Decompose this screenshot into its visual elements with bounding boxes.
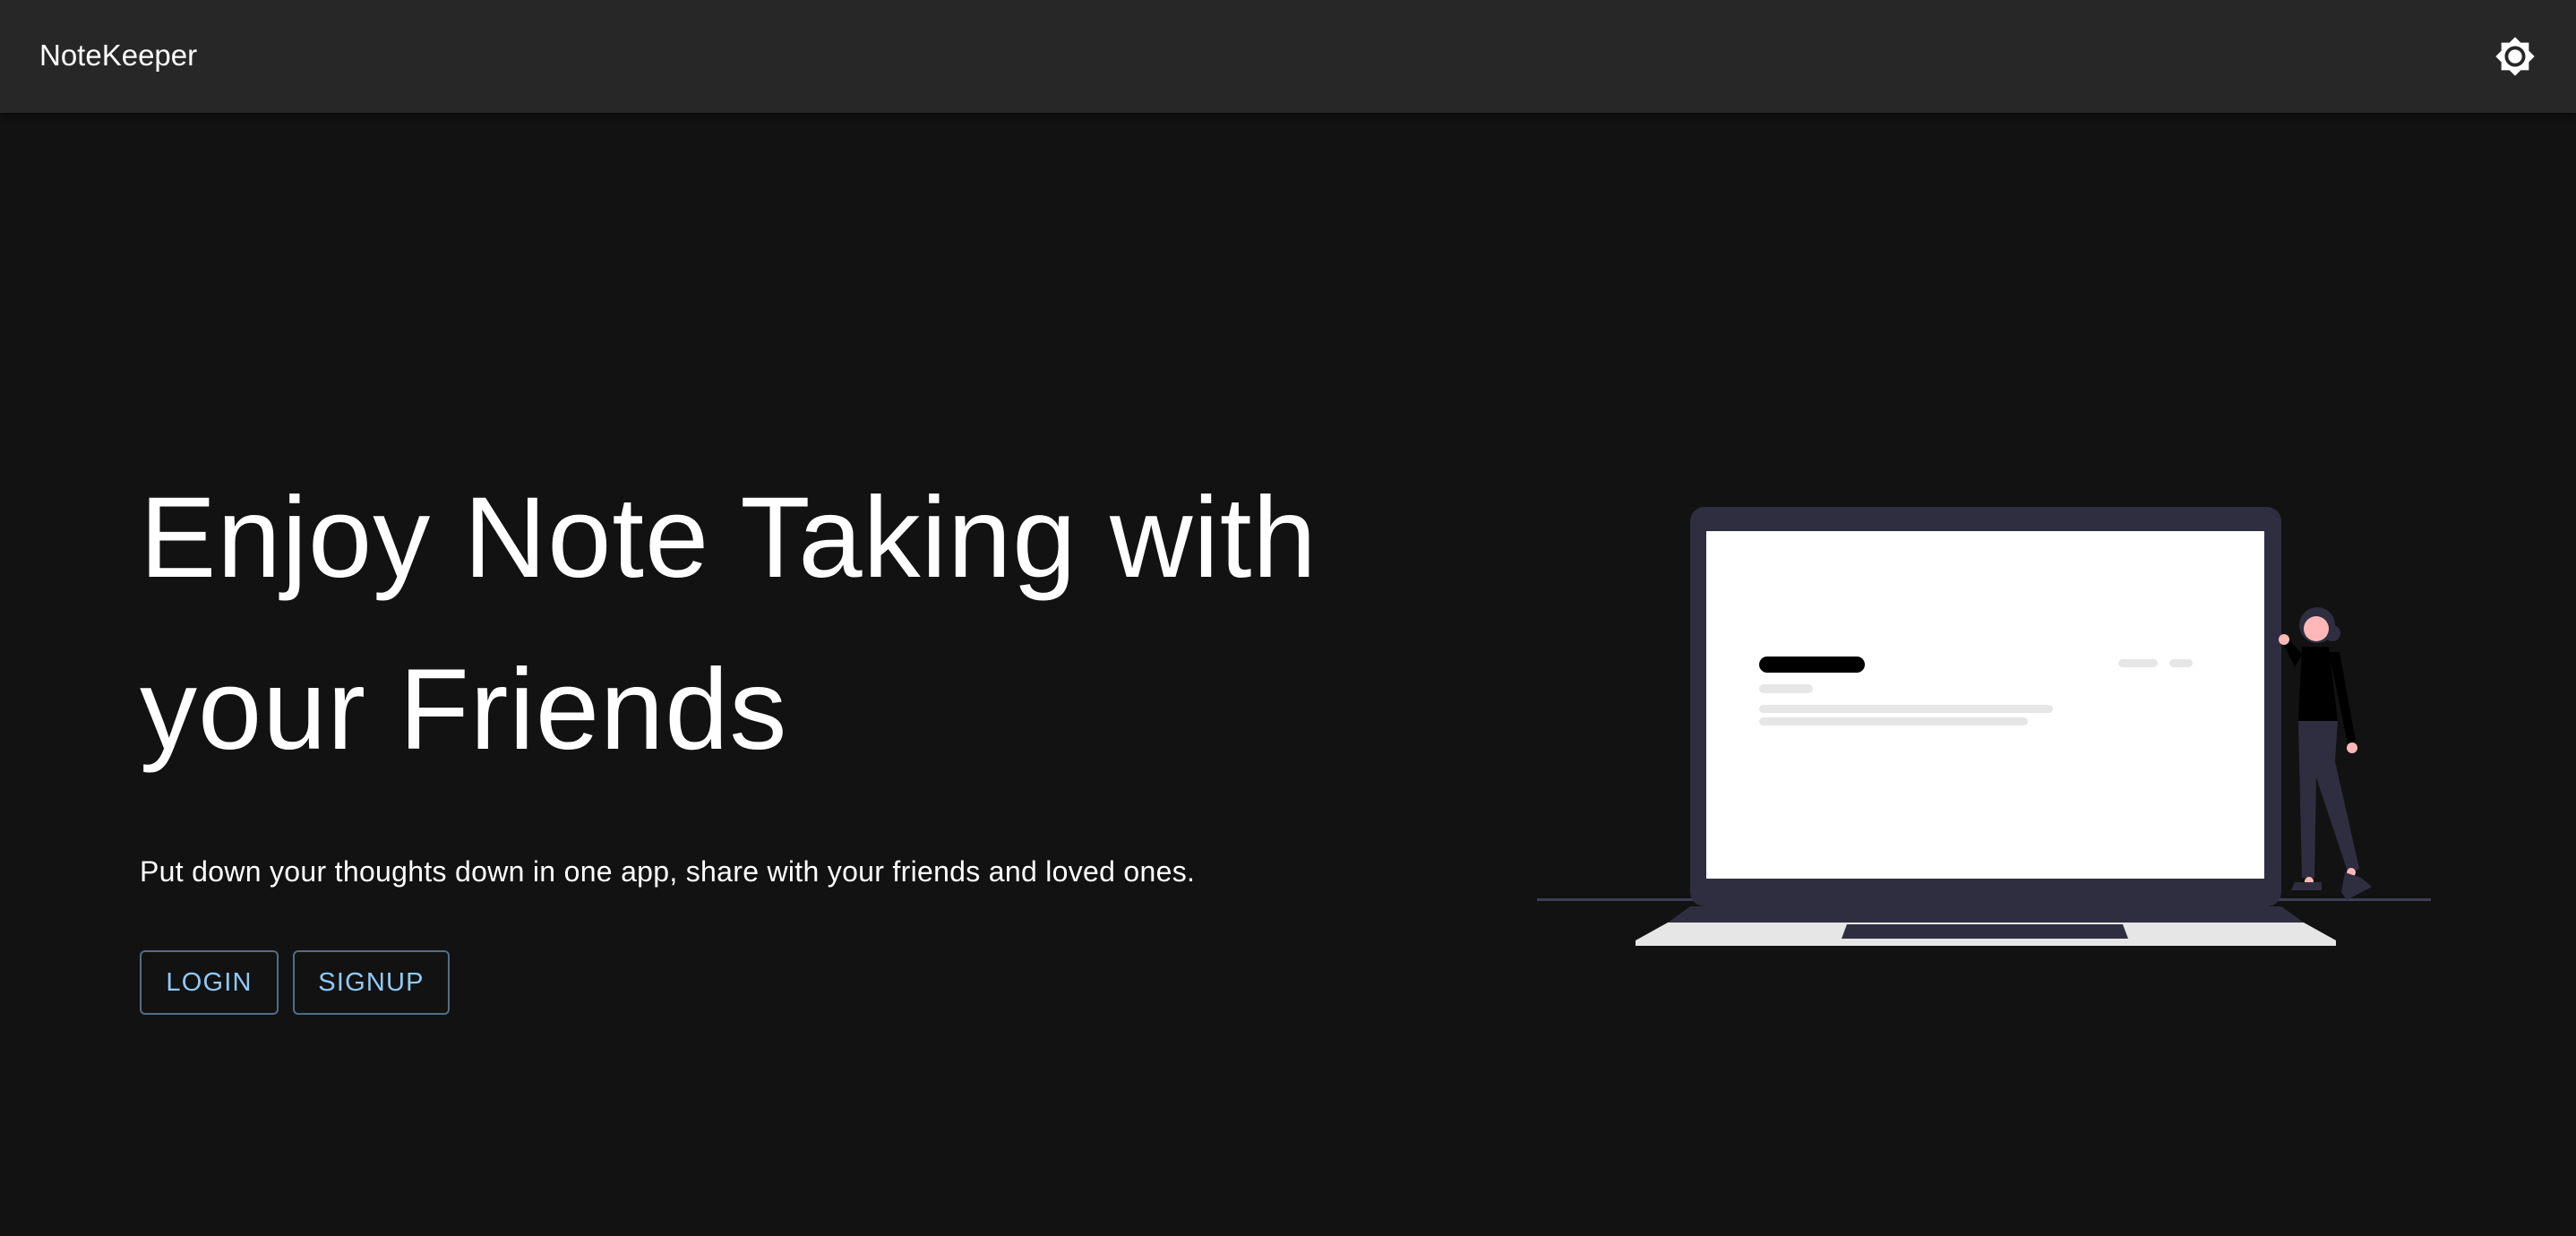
login-button[interactable]: LOGIN xyxy=(140,950,279,1015)
signup-button[interactable]: SIGNUP xyxy=(293,950,450,1015)
screen-menu-bar xyxy=(2169,659,2193,667)
screen-subheading-bar xyxy=(1759,684,1813,693)
laptop-person-illustration xyxy=(1537,507,2431,946)
screen-line-bar xyxy=(1759,717,2028,725)
theme-toggle-button[interactable] xyxy=(2485,26,2546,87)
laptop-trackpad xyxy=(1842,924,2128,939)
hero-subtitle: Put down your thoughts down in one app, … xyxy=(140,855,1196,888)
screen-menu-bar xyxy=(2118,659,2158,667)
screen-line-bar xyxy=(1759,705,2053,713)
app-bar: NoteKeeper xyxy=(0,0,2576,113)
app-title[interactable]: NoteKeeper xyxy=(39,36,197,75)
screen-heading-bar xyxy=(1759,657,1865,673)
laptop-hinge xyxy=(1668,906,2304,923)
person-figure xyxy=(2279,607,2372,900)
brightness-icon xyxy=(2495,37,2535,76)
hero-title: Enjoy Note Taking with your Friends xyxy=(140,474,1318,774)
landing-page: NoteKeeper Enjoy Note Taking with your F… xyxy=(0,0,2576,1236)
